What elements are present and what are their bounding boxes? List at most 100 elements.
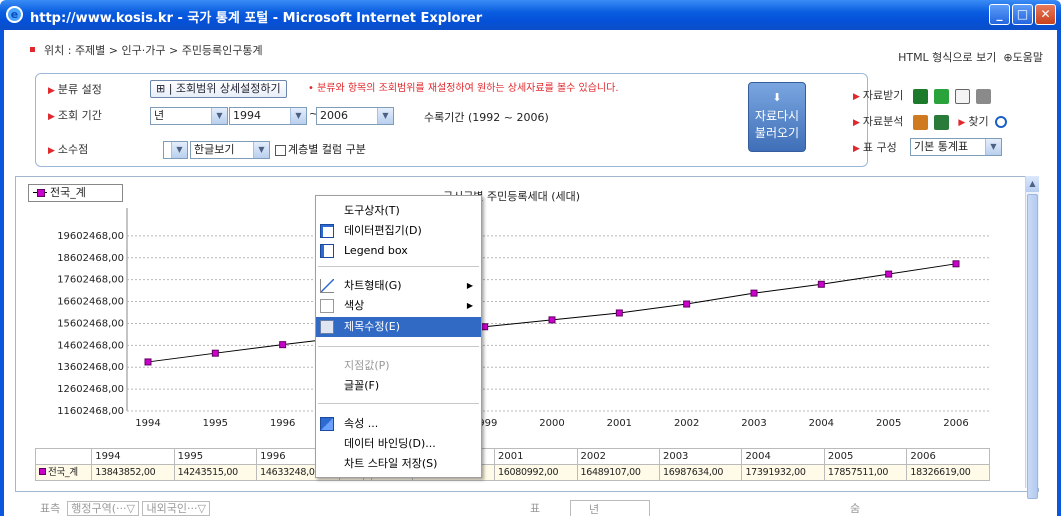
- period-note: 수록기간 (1992 ~ 2006): [424, 111, 549, 124]
- location-bullet-icon: [30, 47, 35, 52]
- menu-item[interactable]: 색상 ▶: [316, 296, 481, 316]
- menu-item-label: 차트 스타일 저장(S): [344, 457, 438, 470]
- pivot-year[interactable]: 년: [570, 500, 650, 516]
- table-cell: 17391932,00: [741, 464, 825, 481]
- excel-alt-icon[interactable]: [933, 88, 949, 104]
- range-settings-button[interactable]: ⊞ | 조회범위 상세설정하기: [150, 80, 287, 98]
- search-link[interactable]: 찾기: [968, 115, 988, 128]
- download-row: ▶ 자료받기: [853, 86, 991, 106]
- menu-item-label: 데이터편집기(D): [344, 224, 422, 237]
- table-cell: 14243515,00: [173, 464, 258, 481]
- reload-data-button[interactable]: ⬇ 자료다시 불러오기: [748, 82, 806, 152]
- html-view-link[interactable]: HTML 형식으로 보기: [898, 51, 996, 64]
- decimal-select[interactable]: ▼: [163, 141, 188, 159]
- menu-item[interactable]: 차트 스타일 저장(S): [316, 454, 481, 474]
- data-table: 1994199519961999200020012002200320042005…: [34, 448, 990, 481]
- help-links[interactable]: HTML 형식으로 보기 ⊕도움말: [898, 49, 1043, 65]
- pivot-nationality[interactable]: 내외국인···▽: [142, 501, 210, 516]
- ie-icon: e: [6, 6, 23, 23]
- query-options-panel: ▶ 분류 설정 ⊞ | 조회범위 상세설정하기 • 분류와 항목의 조회범위를 재…: [35, 73, 868, 167]
- submenu-arrow-icon: ▶: [466, 301, 473, 310]
- analysis-icon[interactable]: [912, 114, 928, 130]
- menu-item-label: 데이터 바인딩(D)...: [344, 437, 436, 450]
- vertical-scrollbar[interactable]: ▲: [1025, 176, 1039, 499]
- title-edit-icon: [320, 320, 334, 334]
- analysis-row: ▶ 자료분석 ▶ 찾기: [853, 112, 1007, 132]
- decimal-label: 소수점: [57, 143, 89, 156]
- breadcrumb: 위치 : 주제별 > 인구·가구 > 주민등록인구통계: [44, 44, 263, 57]
- table-header-cell: 1995: [173, 448, 258, 465]
- checkbox-icon[interactable]: [275, 144, 286, 156]
- maximize-button[interactable]: □: [1012, 4, 1033, 25]
- category-label: 분류 설정: [57, 83, 102, 96]
- period-unit-select[interactable]: 년 ▼: [150, 107, 228, 125]
- table-cell: 16489107,00: [576, 464, 660, 481]
- menu-item[interactable]: 제목수정(E): [316, 317, 481, 337]
- search-icon[interactable]: [994, 116, 1007, 128]
- table-row: 전국_계13843852,0014243515,0014633248,00156…: [34, 464, 990, 481]
- category-row: ▶ 분류 설정: [48, 83, 102, 96]
- chart-icon[interactable]: [933, 114, 949, 130]
- table-cell: 16987634,00: [658, 464, 743, 481]
- location-bar: 위치 : 주제별 > 인구·가구 > 주민등록인구통계 HTML 형식으로 보기…: [4, 30, 1057, 70]
- scroll-up-icon[interactable]: ▲: [1026, 176, 1039, 192]
- chevron-down-icon: ▼: [985, 139, 1001, 155]
- legend-icon: [320, 244, 334, 258]
- chart-context-menu: 도구상자(T) 데이터편집기(D) Legend box 차트형태(G) ▶ 색상 ▶ 제목수…: [315, 195, 482, 478]
- window-titlebar: e http://www.kosis.kr - 국가 통계 포털 - Micro…: [0, 0, 1061, 30]
- table-header-cell: 2003: [658, 448, 743, 465]
- table-header-cell: 2002: [576, 448, 660, 465]
- minimize-button[interactable]: _: [989, 4, 1010, 25]
- label-view-select[interactable]: 한글보기 ▼: [190, 141, 270, 159]
- table-header-cell: 2004: [741, 448, 825, 465]
- properties-icon: [320, 417, 334, 431]
- table-header-cell: 2005: [823, 448, 908, 465]
- table-header-cell: 2001: [494, 448, 578, 465]
- table-cell: 13843852,00: [91, 464, 175, 481]
- chart-container[interactable]: [15, 176, 1039, 492]
- row-label-cell: 전국_계: [34, 464, 93, 481]
- window-title: http://www.kosis.kr - 국가 통계 포털 - Microso…: [30, 11, 483, 26]
- menu-item[interactable]: 글꼴(F): [316, 376, 481, 396]
- range-hint: • 분류와 항목의 조회범위를 재설정하여 원하는 상세자료를 볼수 있습니다.: [308, 83, 619, 94]
- submenu-arrow-icon: ▶: [466, 281, 473, 290]
- menu-item-label: Legend box: [344, 244, 408, 257]
- table-layout-select[interactable]: 기본 통계표 ▼: [910, 138, 1002, 156]
- help-icon[interactable]: ⊕: [1003, 51, 1012, 64]
- period-to-select[interactable]: 2006 ▼: [316, 107, 394, 125]
- hidden-axis-label: 숨김: [850, 502, 861, 515]
- legend-swatch: [33, 189, 47, 197]
- close-button[interactable]: ✕: [1035, 4, 1056, 25]
- menu-item[interactable]: 데이터 바인딩(D)...: [316, 434, 481, 454]
- color-icon: [320, 299, 334, 313]
- menu-item[interactable]: 도구상자(T): [316, 201, 481, 221]
- table-header-cell: 1994: [91, 448, 175, 465]
- hierarchy-checkbox[interactable]: 계층별 컬럼 구분: [275, 141, 366, 159]
- scroll-thumb[interactable]: [1027, 194, 1038, 499]
- menu-item[interactable]: 차트형태(G) ▶: [316, 276, 481, 296]
- legend-label: 전국_계: [50, 186, 86, 199]
- table-cell: 16080992,00: [494, 464, 578, 481]
- pivot-region[interactable]: 행정구역(···▽: [67, 501, 139, 516]
- menu-item[interactable]: 속성 ...: [316, 414, 481, 434]
- decimal-row: ▶ 소수점: [48, 143, 89, 156]
- menu-item[interactable]: Legend box: [316, 241, 481, 261]
- column-axis-label: 표두: [530, 502, 541, 515]
- clipboard-icon[interactable]: [954, 88, 970, 104]
- menu-item-label: 도구상자(T): [344, 204, 400, 217]
- help-link[interactable]: 도움말: [1013, 51, 1043, 64]
- table-header-cell: 2006: [906, 448, 990, 465]
- menu-separator: [318, 266, 479, 267]
- menu-separator: [318, 346, 479, 347]
- excel-icon[interactable]: [912, 88, 928, 104]
- menu-item[interactable]: 데이터편집기(D): [316, 221, 481, 241]
- menu-item: 지점값(P): [316, 356, 481, 376]
- table-layout-row: ▶ 표 구성: [853, 141, 897, 154]
- menu-item-label: 속성 ...: [344, 417, 379, 430]
- menu-item-label: 차트형태(G): [344, 279, 402, 292]
- download-arrow-icon: ⬇: [772, 91, 782, 104]
- period-from-select[interactable]: 1994 ▼: [229, 107, 307, 125]
- print-icon[interactable]: [975, 88, 991, 104]
- table-header-row: 1994199519961999200020012002200320042005…: [34, 448, 990, 465]
- chart-legend[interactable]: 전국_계: [28, 184, 123, 202]
